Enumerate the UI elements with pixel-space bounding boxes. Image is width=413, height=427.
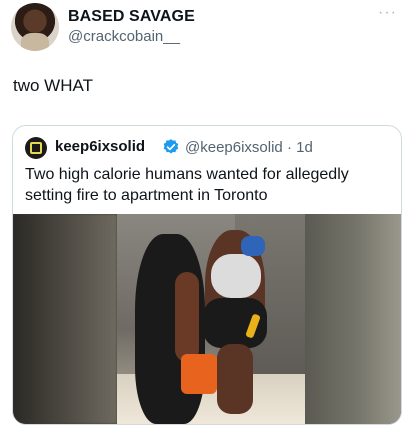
- bandana: [241, 236, 265, 256]
- person-right-legs: [217, 344, 253, 414]
- image-blur-right: [305, 214, 401, 424]
- quoted-tweet-text: Two high calorie humans wanted for alleg…: [25, 166, 349, 204]
- tweet-text: two WHAT: [13, 76, 93, 95]
- image-frame: [117, 214, 305, 424]
- quoted-author-handle-time[interactable]: @keep6ixsolid · 1d: [185, 139, 313, 156]
- author-name[interactable]: BASED SAVAGE: [68, 8, 195, 26]
- author-avatar[interactable]: [11, 3, 59, 51]
- quoted-author-avatar[interactable]: [25, 137, 47, 159]
- person-left-arm: [175, 272, 199, 362]
- more-dots-icon[interactable]: ···: [378, 4, 397, 22]
- quoted-author-name[interactable]: keep6ixsolid: [55, 138, 145, 155]
- person-right-top: [211, 254, 261, 298]
- quoted-tweet-card[interactable]: keep6ixsolid @keep6ixsolid · 1d Two high…: [12, 125, 402, 425]
- gas-canister: [181, 354, 217, 394]
- verified-badge-icon: [163, 139, 179, 154]
- image-blur-left: [13, 214, 117, 424]
- author-handle[interactable]: @crackcobain__: [68, 28, 180, 45]
- tweet-header: BASED SAVAGE @crackcobain__ ···: [0, 0, 413, 60]
- quoted-tweet-image[interactable]: [13, 214, 401, 424]
